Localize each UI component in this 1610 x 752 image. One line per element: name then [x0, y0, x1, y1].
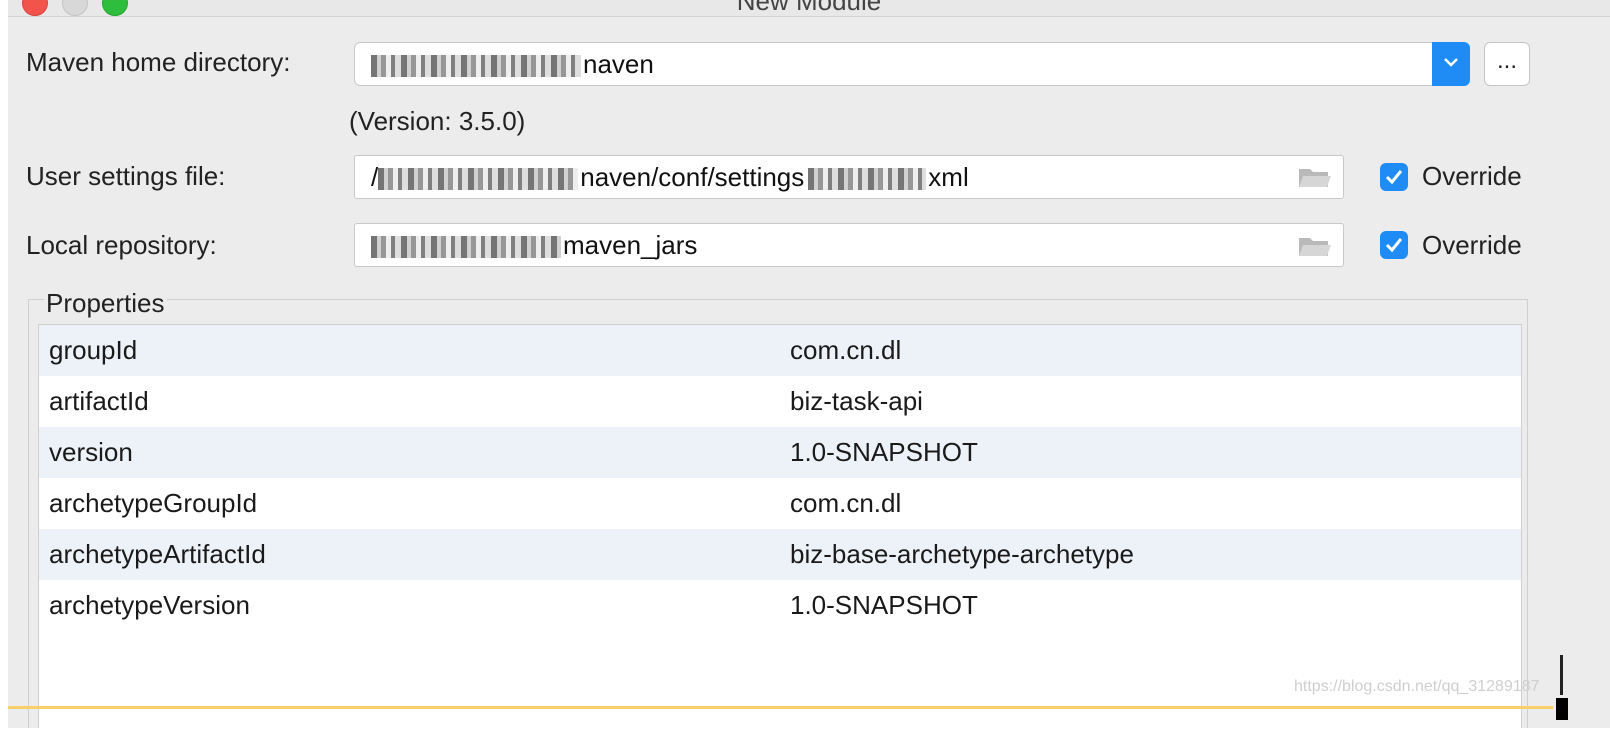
scrollbar-edge[interactable] — [1560, 655, 1563, 695]
folder-icon[interactable] — [1298, 165, 1332, 189]
local-repository-override-label[interactable]: Override — [1422, 230, 1522, 261]
maven-home-dropdown-button[interactable] — [1432, 42, 1470, 86]
user-settings-value-prefix: / — [371, 162, 379, 192]
user-settings-value: naven/conf/settings — [580, 162, 805, 192]
properties-table[interactable]: groupId com.cn.dl artifactId biz-task-ap… — [38, 324, 1522, 728]
maven-home-field[interactable]: naven — [354, 42, 1434, 86]
chevron-down-icon — [1444, 58, 1458, 67]
watermark: https://blog.csdn.net/qq_31289187 — [1294, 678, 1540, 695]
property-value[interactable]: com.cn.dl — [790, 478, 901, 529]
local-repository-field[interactable]: maven_jars — [354, 223, 1344, 267]
new-module-dialog: New Module Maven home directory: naven .… — [8, 0, 1610, 728]
redacted-filename — [808, 168, 927, 191]
maven-home-value: naven — [583, 49, 654, 79]
window-bottom-edge — [8, 706, 1553, 709]
property-key: archetypeGroupId — [49, 488, 258, 518]
title-bar: New Module — [8, 0, 1610, 17]
folder-icon[interactable] — [1298, 234, 1332, 258]
table-row[interactable]: groupId com.cn.dl — [39, 325, 1521, 376]
checkmark-icon — [1385, 238, 1403, 253]
property-key: archetypeVersion — [49, 590, 250, 620]
table-row[interactable]: archetypeGroupId com.cn.dl — [39, 478, 1521, 529]
property-value[interactable]: 1.0-SNAPSHOT — [790, 427, 978, 478]
checkmark-icon — [1385, 170, 1403, 185]
maven-home-browse-button[interactable]: ... — [1484, 42, 1530, 86]
redacted-path — [371, 236, 561, 259]
table-row[interactable]: artifactId biz-task-api — [39, 376, 1521, 427]
maven-version-text: (Version: 3.5.0) — [349, 106, 526, 136]
user-settings-override-label[interactable]: Override — [1422, 161, 1522, 192]
local-repository-override-checkbox[interactable] — [1380, 231, 1408, 259]
resize-corner[interactable] — [1556, 698, 1568, 720]
property-key: artifactId — [49, 386, 149, 416]
property-key: version — [49, 437, 133, 467]
table-row[interactable]: archetypeArtifactId biz-base-archetype-a… — [39, 529, 1521, 580]
property-key: archetypeArtifactId — [49, 539, 266, 569]
property-key: groupId — [49, 335, 138, 365]
table-row[interactable]: archetypeVersion 1.0-SNAPSHOT — [39, 580, 1521, 631]
property-value[interactable]: biz-base-archetype-archetype — [790, 529, 1134, 580]
properties-legend: Properties — [44, 288, 167, 319]
window-title: New Module — [736, 0, 882, 16]
user-settings-label: User settings file: — [26, 161, 226, 191]
local-repository-label: Local repository: — [26, 230, 217, 260]
user-settings-field[interactable]: / naven/conf/settings xml — [354, 155, 1344, 199]
property-value[interactable]: com.cn.dl — [790, 325, 901, 376]
user-settings-override-checkbox[interactable] — [1380, 163, 1408, 191]
property-value[interactable]: 1.0-SNAPSHOT — [790, 580, 978, 631]
maven-home-label: Maven home directory: — [26, 47, 291, 77]
property-value[interactable]: biz-task-api — [790, 376, 923, 427]
redacted-path — [378, 168, 579, 191]
redacted-path — [371, 55, 581, 78]
user-settings-value-suffix: xml — [928, 162, 969, 192]
table-row[interactable]: version 1.0-SNAPSHOT — [39, 427, 1521, 478]
local-repository-value: maven_jars — [563, 230, 698, 260]
